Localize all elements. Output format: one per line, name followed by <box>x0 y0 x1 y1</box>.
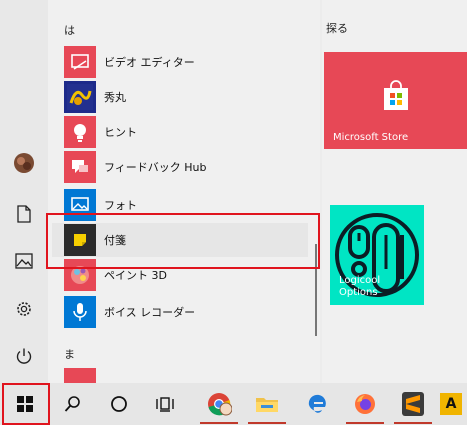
app-item-paint-3d[interactable]: ペイント 3D <box>48 258 306 292</box>
start-button[interactable] <box>2 383 48 425</box>
hidemaru-icon <box>64 81 96 113</box>
app-list: は ビデオ エディター 秀丸 ヒント フィードバック Hub フォト 付箋 ペイ… <box>48 0 320 383</box>
tiles-pane: 探る Microsoft Store Logicool Options <box>322 0 467 383</box>
app-item-tips[interactable]: ヒント <box>48 115 306 149</box>
taskbar-search[interactable] <box>50 383 96 425</box>
app-label: ペイント 3D <box>104 269 167 282</box>
section-header-ma[interactable]: ま <box>64 346 75 362</box>
file-explorer-icon <box>256 398 278 412</box>
paint-3d-icon <box>64 259 96 291</box>
taskbar-cortana[interactable] <box>96 383 142 425</box>
app-item-video-editor[interactable]: ビデオ エディター <box>48 45 306 79</box>
app-list-scrollbar[interactable] <box>315 244 317 336</box>
app-label: フォト <box>104 199 137 212</box>
tile-label: Logicool Options <box>339 275 381 298</box>
taskbar-edge[interactable] <box>294 383 340 425</box>
start-menu: は ビデオ エディター 秀丸 ヒント フィードバック Hub フォト 付箋 ペイ… <box>0 0 467 383</box>
app-item-sticky-notes[interactable]: 付箋 <box>52 223 308 257</box>
app-label: ビデオ エディター <box>104 56 195 69</box>
start-left-rail <box>0 0 48 383</box>
tile-microsoft-store[interactable]: Microsoft Store <box>324 52 467 149</box>
app-item-photos[interactable]: フォト <box>48 188 306 222</box>
app-label: ヒント <box>104 126 137 139</box>
power-button[interactable] <box>0 336 48 376</box>
tile-label: Microsoft Store <box>333 132 409 143</box>
running-indicator <box>394 422 432 424</box>
taskbar-file-explorer[interactable] <box>244 383 290 425</box>
pictures-icon <box>15 253 33 269</box>
app-label: 付箋 <box>104 234 126 247</box>
sticky-notes-icon <box>64 224 96 256</box>
sublime-text-icon <box>402 392 424 416</box>
taskbar-sublime-text[interactable] <box>390 383 436 425</box>
task-view-icon <box>156 397 174 412</box>
chrome-icon <box>208 393 232 416</box>
app-label: ボイス レコーダー <box>104 306 196 319</box>
voice-recorder-icon <box>64 296 96 328</box>
store-bag-icon <box>384 80 408 110</box>
tile-group-header[interactable]: 探る <box>326 20 348 36</box>
tips-lightbulb-icon <box>64 116 96 148</box>
firefox-icon <box>355 394 375 414</box>
running-indicator <box>346 422 384 424</box>
documents-icon <box>17 205 31 223</box>
app-item-feedback-hub[interactable]: フィードバック Hub <box>48 150 306 184</box>
taskbar: A <box>0 383 467 425</box>
app-item-hidemaru[interactable]: 秀丸 <box>48 80 306 114</box>
app-label: フィードバック Hub <box>104 161 207 174</box>
video-editor-icon <box>64 46 96 78</box>
running-indicator <box>200 422 238 424</box>
settings-icon <box>17 302 31 316</box>
edge-icon <box>308 394 326 413</box>
app-item-partial[interactable] <box>48 367 306 383</box>
section-header-ha[interactable]: は <box>64 22 75 38</box>
font-app-icon: A <box>440 393 462 415</box>
taskbar-font-app[interactable]: A <box>440 383 467 425</box>
documents-button[interactable] <box>0 194 48 234</box>
app-item-voice-recorder[interactable]: ボイス レコーダー <box>48 295 306 329</box>
taskbar-chrome[interactable] <box>196 383 242 425</box>
photos-icon <box>64 189 96 221</box>
feedback-hub-icon <box>64 151 96 183</box>
search-icon <box>64 396 80 412</box>
start-windows-icon <box>17 396 33 412</box>
avatar-image <box>14 153 34 173</box>
running-indicator <box>248 422 286 424</box>
pictures-button[interactable] <box>0 241 48 281</box>
partial-app-icon <box>64 368 96 383</box>
taskbar-task-view[interactable] <box>142 383 188 425</box>
cortana-icon <box>111 396 127 412</box>
app-label: 秀丸 <box>104 91 126 104</box>
tile-logicool-options[interactable]: Logicool Options <box>330 205 424 305</box>
settings-button[interactable] <box>0 289 48 329</box>
user-avatar[interactable] <box>0 143 48 183</box>
power-icon <box>16 348 32 364</box>
taskbar-firefox[interactable] <box>342 383 388 425</box>
